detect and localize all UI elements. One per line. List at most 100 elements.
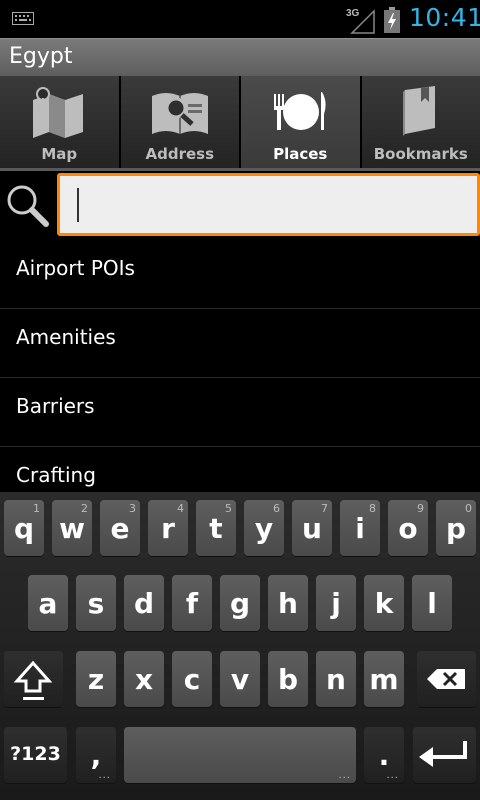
tab-bookmarks-label: Bookmarks (373, 145, 468, 163)
shift-icon (13, 660, 53, 700)
key-label: m (369, 663, 399, 696)
list-item[interactable]: Airport POIs (0, 240, 480, 309)
search-input[interactable] (57, 173, 480, 236)
address-book-icon (151, 93, 208, 134)
key-m[interactable]: m (364, 651, 404, 707)
key-d[interactable]: d (124, 575, 164, 631)
svg-text:3G: 3G (346, 8, 360, 19)
key-label: f (185, 587, 199, 620)
key-x[interactable]: x (124, 651, 164, 707)
key-label: k (374, 587, 394, 620)
title-bar: Egypt (0, 38, 480, 76)
key-label: o (398, 512, 418, 545)
enter-icon (419, 741, 467, 767)
key-label: ?123 (10, 743, 61, 765)
tab-bookmarks[interactable]: Bookmarks (361, 76, 480, 168)
backspace-icon (427, 669, 465, 689)
more-keys-indicator: ... (338, 770, 351, 781)
comma-key[interactable]: , ... (76, 727, 116, 783)
key-i[interactable]: 8 i (340, 500, 380, 556)
key-o[interactable]: 9 o (388, 500, 428, 556)
signal-icon: 3G (346, 8, 375, 34)
battery-charging-icon (384, 7, 400, 33)
tab-map[interactable]: Map (0, 76, 121, 168)
key-g[interactable]: g (220, 575, 260, 631)
clock: 10:41 (409, 3, 480, 32)
key-c[interactable]: c (172, 651, 212, 707)
key-z[interactable]: z (76, 651, 116, 707)
enter-key[interactable] (413, 727, 476, 783)
symbols-key[interactable]: ?123 (4, 727, 67, 783)
period-key[interactable]: . ... (364, 727, 404, 783)
key-label: j (331, 587, 341, 620)
key-p[interactable]: 0 p (436, 500, 476, 556)
key-k[interactable]: k (364, 575, 404, 631)
keyboard-notification-icon (12, 12, 34, 25)
search-row (0, 172, 480, 238)
key-label: q (13, 512, 35, 545)
key-label: z (87, 663, 105, 696)
key-r[interactable]: 4 r (148, 500, 188, 556)
key-label: p (445, 512, 467, 545)
bookmark-icon (402, 86, 435, 136)
more-keys-indicator: ... (98, 770, 111, 781)
key-label: r (161, 512, 175, 545)
key-u[interactable]: 7 u (292, 500, 332, 556)
tab-address[interactable]: Address (120, 76, 241, 168)
key-label: e (110, 512, 130, 545)
key-w[interactable]: 2 w (52, 500, 92, 556)
map-icon (33, 87, 84, 138)
list-item[interactable]: Crafting (0, 447, 480, 492)
key-label: u (302, 512, 322, 545)
key-y[interactable]: 6 y (244, 500, 284, 556)
key-label: v (230, 663, 250, 696)
key-l[interactable]: l (412, 575, 452, 631)
list-item[interactable]: Amenities (0, 309, 480, 378)
key-label: b (277, 663, 299, 696)
key-label: w (59, 512, 85, 545)
key-label: d (133, 587, 155, 620)
key-v[interactable]: v (220, 651, 260, 707)
key-e[interactable]: 3 e (100, 500, 140, 556)
search-icon[interactable] (4, 182, 50, 228)
tab-places-label: Places (273, 145, 328, 163)
places-dining-icon (274, 92, 326, 130)
key-label: x (134, 663, 154, 696)
key-b[interactable]: b (268, 651, 308, 707)
more-keys-indicator: ... (386, 770, 399, 781)
tab-bar: Map Address Places Bookmarks (0, 76, 480, 168)
key-q[interactable]: 1 q (4, 500, 44, 556)
key-label: c (183, 663, 201, 696)
key-label: a (38, 587, 58, 620)
backspace-key[interactable] (417, 651, 476, 707)
key-label: . (378, 739, 390, 772)
places-category-list: Airport POIs Amenities Barriers Crafting (0, 240, 480, 492)
key-label: , (90, 739, 102, 772)
list-item[interactable]: Barriers (0, 378, 480, 447)
key-h[interactable]: h (268, 575, 308, 631)
key-a[interactable]: a (28, 575, 68, 631)
key-label: y (254, 512, 274, 545)
tab-places[interactable]: Places (241, 76, 362, 168)
tab-address-label: Address (145, 145, 214, 163)
tab-map-label: Map (41, 145, 78, 163)
key-label: t (209, 512, 223, 545)
key-label: i (355, 512, 365, 545)
key-label: g (229, 587, 251, 620)
space-key[interactable]: ... (124, 727, 356, 783)
key-label: h (278, 587, 298, 620)
text-cursor (77, 188, 79, 222)
status-bar: 3G 10:41 (0, 0, 480, 38)
key-label: s (87, 587, 105, 620)
key-label: l (427, 587, 437, 620)
tab-divider (0, 168, 480, 171)
key-s[interactable]: s (76, 575, 116, 631)
soft-keyboard: 1 q 2 w 3 e 4 r 5 t 6 y 7 u 8 i 9 o 0 p … (0, 492, 480, 800)
key-n[interactable]: n (316, 651, 356, 707)
page-title: Egypt (9, 44, 73, 69)
shift-key[interactable] (4, 651, 63, 707)
key-j[interactable]: j (316, 575, 356, 631)
key-f[interactable]: f (172, 575, 212, 631)
key-t[interactable]: 5 t (196, 500, 236, 556)
key-label: n (326, 663, 346, 696)
